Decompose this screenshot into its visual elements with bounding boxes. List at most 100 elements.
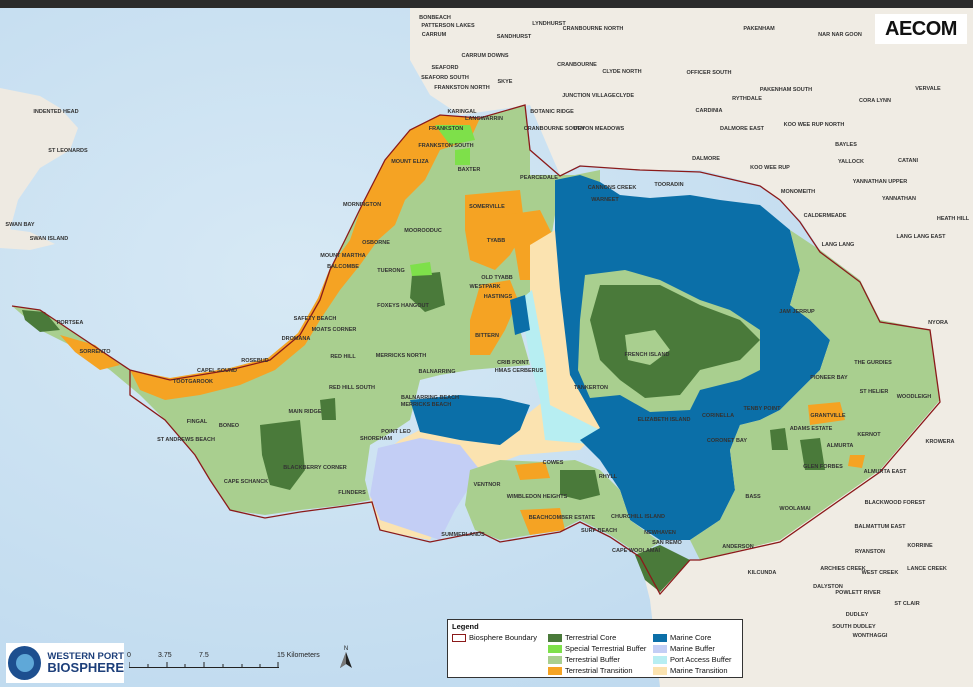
place-label: TENBY POINT — [744, 406, 782, 412]
legend-item-biosphere-boundary: Biosphere Boundary — [452, 633, 537, 642]
place-label: CLYDE NORTH — [602, 69, 641, 75]
place-label: ALMURTA EAST — [864, 469, 907, 475]
place-label: DROMANA — [282, 336, 311, 342]
place-label: BALNARRING — [419, 369, 456, 375]
legend-item-marine-transition: Marine Transition — [653, 666, 728, 675]
place-label: VENTNOR — [474, 482, 501, 488]
legend-item-terrestrial-core: Terrestrial Core — [548, 633, 616, 642]
legend-item-special-terrestrial-buffer: Special Terrestrial Buffer — [548, 644, 646, 653]
scale-tick-label: 0 — [127, 652, 131, 659]
legend-title: Legend — [452, 622, 479, 631]
place-label: VERVALE — [915, 86, 941, 92]
place-label: BLACKWOOD FOREST — [865, 500, 926, 506]
place-label: CAPE SCHANCK — [224, 479, 268, 485]
legend-swatch — [452, 633, 466, 642]
place-label: MONOMEITH — [781, 189, 815, 195]
legend-item-marine-core: Marine Core — [653, 633, 711, 642]
place-label: ELIZABETH ISLAND — [638, 417, 691, 423]
place-label: MERRICKS BEACH — [401, 402, 451, 408]
north-label: N — [344, 646, 348, 652]
east-core-2 — [770, 428, 788, 450]
legend-label: Special Terrestrial Buffer — [565, 644, 647, 653]
place-label: MOOROODUC — [404, 228, 442, 234]
place-label: CRANBOURNE NORTH — [563, 26, 624, 32]
place-label: SHOREHAM — [360, 436, 393, 442]
place-label: ST ANDREWS BEACH — [157, 437, 215, 443]
place-label: KOO WEE RUP — [750, 165, 790, 171]
place-label: SANDHURST — [497, 34, 532, 40]
biosphere-map[interactable]: BONBEACHPATTERSON LAKES LYNDHURSTCRANBOUR… — [0, 0, 973, 687]
place-label: WEST CREEK — [862, 570, 899, 576]
core-shoreham — [320, 398, 336, 420]
place-label: WARNEET — [591, 197, 619, 203]
place-label: SEAFORD SOUTH — [421, 75, 469, 81]
place-label: CHURCHILL ISLAND — [611, 514, 665, 520]
place-label: ST LEONARDS — [48, 148, 88, 154]
place-label: CAPEL SOUND — [197, 368, 237, 374]
place-label: ST CLAIR — [894, 601, 919, 607]
place-label: KERNOT — [857, 432, 881, 438]
map-legend: Legend Biosphere Boundary Terrestrial Co… — [447, 619, 743, 678]
place-label: FINGAL — [187, 419, 208, 425]
place-label: PAKENHAM SOUTH — [760, 87, 812, 93]
legend-swatch — [548, 633, 562, 642]
place-label: BITTERN — [475, 333, 499, 339]
place-label: CORA LYNN — [859, 98, 891, 104]
special-buffer-3 — [455, 148, 470, 165]
place-label: MOUNT ELIZA — [391, 159, 429, 165]
place-label: RYTHDALE — [732, 96, 762, 102]
scale-tick-label: 15 Kilometers — [277, 652, 320, 659]
place-label: OFFICER SOUTH — [687, 70, 732, 76]
place-label: CORINELLA — [702, 413, 734, 419]
place-label: BALCOMBE — [327, 264, 359, 270]
place-label: TOOTGAROOK — [173, 379, 213, 385]
place-label: CARDINIA — [696, 108, 723, 114]
place-label: PORTSEA — [57, 320, 84, 326]
place-label: FLINDERS — [338, 490, 366, 496]
place-label: SWAN BAY — [5, 222, 34, 228]
legend-swatch — [653, 644, 667, 653]
place-label: YALLOCK — [838, 159, 864, 165]
place-label: ANDERSON — [722, 544, 754, 550]
place-label: RHYLL — [599, 474, 618, 480]
place-label: LANG LANG EAST — [897, 234, 947, 240]
place-label: ALMURTA — [827, 443, 854, 449]
place-label: LANCE CREEK — [907, 566, 947, 572]
place-label: MOUNT MARTHA — [320, 253, 366, 259]
place-label: ARCHIES CREEK — [820, 566, 866, 572]
biosphere-emblem-icon — [8, 646, 42, 680]
place-label: BAYLES — [835, 142, 857, 148]
place-label: MORNINGTON — [343, 202, 381, 208]
place-label: HASTINGS — [484, 294, 513, 300]
place-label: CATANI — [898, 158, 918, 164]
place-label: OSBORNE — [362, 240, 390, 246]
legend-label: Port Access Buffer — [670, 655, 732, 664]
place-label: SAN REMO — [652, 540, 682, 546]
place-label: BONBEACH — [419, 15, 451, 21]
place-label: CRANBOURNE — [557, 62, 597, 68]
place-label: BONEO — [219, 423, 240, 429]
place-label: SURF BEACH — [581, 528, 617, 534]
place-label: SKYE — [498, 79, 513, 85]
place-label: FRENCH ISLAND — [625, 352, 670, 358]
place-label: GRANTVILLE — [810, 413, 845, 419]
place-label: POWLETT RIVER — [835, 590, 880, 596]
scale-bar: 0 3.75 7.5 15 Kilometers — [127, 651, 342, 676]
place-label: CRIB POINT — [497, 360, 529, 366]
place-label: NAR NAR GOON — [818, 32, 862, 38]
place-label: THE GURDIES — [854, 360, 892, 366]
place-label: CLYDE — [616, 93, 634, 99]
place-label: ST HELIER — [860, 389, 889, 395]
aecom-logo-text: AECOM — [885, 17, 957, 40]
legend-label: Marine Buffer — [670, 644, 715, 653]
legend-label: Terrestrial Transition — [565, 666, 633, 675]
place-label: DALMORE — [692, 156, 720, 162]
legend-label: Biosphere Boundary — [469, 633, 537, 642]
place-label: DALMORE EAST — [720, 126, 765, 132]
legend-item-port-access-buffer: Port Access Buffer — [653, 655, 732, 664]
place-label: OLD TYABB — [481, 275, 513, 281]
brand-line-2: BIOSPHERE — [47, 660, 124, 676]
place-label: KARINGAL — [447, 109, 477, 115]
scale-tick-label: 3.75 — [158, 652, 172, 659]
place-label: NEWHAVEN — [644, 530, 676, 536]
